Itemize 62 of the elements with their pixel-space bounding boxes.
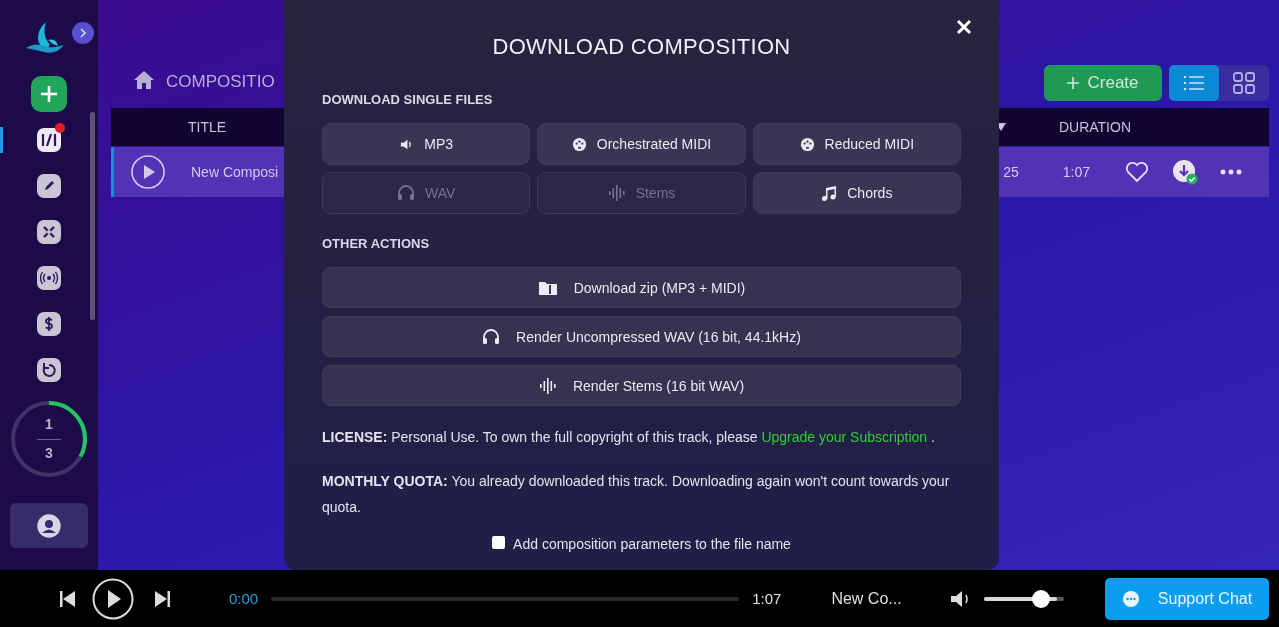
file-format-button[interactable]: Orchestrated MIDI: [537, 123, 746, 165]
close-icon[interactable]: [955, 18, 973, 36]
quota-used: 1: [44, 416, 54, 432]
table-cell: 25: [1003, 164, 1019, 180]
profile-button[interactable]: [10, 503, 88, 548]
next-icon[interactable]: [154, 589, 170, 608]
expand-button[interactable]: [72, 22, 94, 44]
scrollbar[interactable]: [90, 112, 95, 320]
waveform-icon: [607, 185, 626, 201]
piano-face-icon: [571, 136, 587, 152]
refresh-icon[interactable]: [37, 358, 61, 382]
checkbox-label: Add composition parameters to the file name: [513, 536, 791, 552]
play-icon[interactable]: [92, 577, 134, 620]
volume-slider[interactable]: [983, 589, 1064, 608]
file-format-button[interactable]: Reduced MIDI: [752, 123, 961, 165]
grid-icon: [1233, 72, 1255, 94]
previous-icon[interactable]: [60, 589, 76, 608]
action-button[interactable]: Render Stems (16 bit WAV): [322, 365, 961, 406]
section-label: OTHER ACTIONS: [322, 236, 431, 252]
file-format-button[interactable]: Chords: [752, 172, 961, 214]
breadcrumb-text: COMPOSITIO: [166, 72, 275, 92]
music-note-icon: [821, 185, 838, 201]
pencil-icon[interactable]: [37, 174, 61, 198]
checkbox[interactable]: [492, 535, 506, 549]
track-duration: 1:07: [752, 590, 782, 607]
table-cell: 1:07: [1062, 164, 1090, 180]
editor-icon[interactable]: [37, 128, 61, 152]
quota-text: MONTHLY QUOTA: You already downloaded this track. Downloading again won't count towards your quota.: [322, 472, 951, 517]
slider-thumb[interactable]: [1031, 589, 1050, 608]
heart-icon[interactable]: [1125, 161, 1149, 183]
plus-icon: [1067, 77, 1080, 89]
chevron-right-icon: [78, 28, 88, 38]
quota-total: 3: [44, 445, 54, 461]
file-format-button: Stems: [537, 172, 746, 214]
crossed-tools-icon[interactable]: [37, 220, 61, 244]
list-icon: [1184, 75, 1204, 91]
piano-face-icon: [799, 136, 815, 152]
license-text: LICENSE: Personal Use. To own the full copyright of this track, please Upgrade your Subscription .: [322, 428, 936, 447]
download-icon[interactable]: [1172, 159, 1198, 185]
elapsed-time: 0:00: [229, 590, 259, 607]
folder-icon: [537, 279, 558, 296]
more-icon[interactable]: [1220, 169, 1242, 175]
plus-icon: [39, 84, 59, 104]
file-format-button[interactable]: MP3: [322, 123, 531, 165]
chat-icon: [1121, 589, 1140, 608]
file-format-button: WAV: [322, 172, 531, 214]
section-label: DOWNLOAD SINGLE FILES: [322, 92, 494, 108]
headphones-icon: [482, 328, 501, 345]
waveform-icon: [538, 377, 557, 394]
action-button[interactable]: Download zip (MP3 + MIDI): [322, 267, 961, 308]
action-button[interactable]: Render Uncompressed WAV (16 bit, 44.1kHz): [322, 316, 961, 357]
create-button[interactable]: [31, 76, 67, 112]
table-cell: New Composi: [191, 164, 279, 180]
user-icon: [37, 513, 61, 538]
column-header[interactable]: TITLE: [188, 119, 227, 135]
column-header[interactable]: DURATION: [1058, 119, 1131, 135]
headphones-icon: [397, 185, 415, 201]
track-title: New Co...: [831, 589, 902, 608]
dollar-icon[interactable]: [37, 312, 61, 336]
dialog-title: DOWNLOAD COMPOSITION: [491, 34, 792, 60]
upgrade-link[interactable]: Upgrade your Subscription: [761, 429, 928, 445]
broadcast-icon[interactable]: [37, 266, 61, 290]
